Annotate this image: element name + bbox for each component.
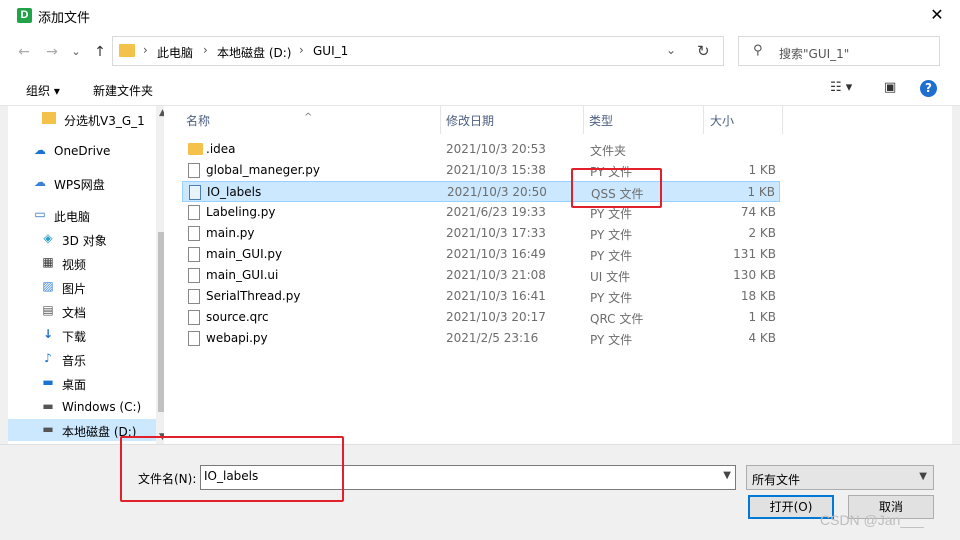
forward-arrow-icon[interactable]: → [42,42,62,62]
search-icon: ⚲ [753,43,763,58]
sidebar-item-music[interactable]: ♪ 音乐 [40,348,164,370]
cloud-icon: ☁ [34,143,46,157]
chevron-down-icon: ▼ [919,471,927,482]
sidebar-item-documents[interactable]: ▤ 文档 [40,300,164,322]
sidebar-item-folder[interactable]: 分选机V3_G_1 [42,108,164,130]
file-icon [188,205,200,220]
window-title: 添加文件 [38,11,91,26]
sidebar-item-wps[interactable]: ☁ WPS网盘 [32,172,164,194]
breadcrumb-separator: › [203,43,208,57]
navigation-pane: 分选机V3_G_1 ☁ OneDrive ☁ WPS网盘 ▭ 此电脑 ◈ 3D … [8,106,164,444]
folder-icon [42,112,56,124]
sidebar-item-pictures[interactable]: ▨ 图片 [40,276,164,298]
recent-locations-icon[interactable]: ⌄ [66,42,86,62]
command-bar: 组织 ▾ 新建文件夹 ☷ ▾ ▣ ? [0,72,960,106]
filename-combobox[interactable]: ▼ [200,465,736,490]
download-icon: ↓ [42,327,54,341]
address-bar[interactable]: › 此电脑 › 本地磁盘 (D:) › GUI_1 ⌄ ↻ [112,36,724,66]
folder-icon [188,143,203,155]
sidebar-item-drive-d[interactable]: ▬ 本地磁盘 (D:) [8,419,156,441]
drive-icon: ▬ [42,399,54,413]
folder-icon [119,44,135,57]
file-icon [188,310,200,325]
column-header-date[interactable]: 修改日期 [441,106,583,134]
computer-icon: ▭ [34,207,46,221]
help-icon[interactable]: ? [920,80,937,97]
document-icon: ▤ [42,303,54,317]
file-row[interactable]: source.qrc 2021/10/3 20:17 QRC 文件 1 KB [182,307,780,328]
file-icon [188,331,200,346]
address-dropdown-icon[interactable]: ⌄ [666,43,676,57]
cube-icon: ◈ [43,231,53,245]
new-folder-button[interactable]: 新建文件夹 [93,82,153,99]
drive-icon: ▬ [42,422,54,436]
back-arrow-icon[interactable]: ← [14,42,34,62]
file-row[interactable]: main_GUI.ui 2021/10/3 21:08 UI 文件 130 KB [182,265,780,286]
watermark: CSDN @Jan___ [820,512,924,528]
file-row[interactable]: main_GUI.py 2021/10/3 16:49 PY 文件 131 KB [182,244,780,265]
sidebar-item-onedrive[interactable]: ☁ OneDrive [32,140,164,162]
sidebar-item-this-pc[interactable]: ▭ 此电脑 [32,204,164,226]
title-bar: D 添加文件 ✕ [0,0,960,32]
file-row[interactable]: main.py 2021/10/3 17:33 PY 文件 2 KB [182,223,780,244]
chevron-down-icon[interactable]: ▼ [723,470,731,481]
sidebar-item-3d-objects[interactable]: ◈ 3D 对象 [40,228,164,250]
file-list: ^ 名称 修改日期 类型 大小 .idea 2021/10/3 20:53 文件… [164,106,952,444]
breadcrumb-drive-d[interactable]: 本地磁盘 (D:) [217,44,291,61]
sidebar-item-videos[interactable]: ▦ 视频 [40,252,164,274]
sidebar-item-drive-c[interactable]: ▬ Windows (C:) [40,396,164,418]
dialog-footer: 文件名(N): ▼ 所有文件 ▼ 打开(O) 取消 [0,444,960,540]
video-icon: ▦ [42,255,54,269]
filetype-select[interactable]: 所有文件 ▼ [746,465,934,490]
filetype-value: 所有文件 [752,473,801,487]
qss-file-icon [189,185,201,200]
sidebar-scrollbar[interactable]: ▲ ▼ [156,106,164,444]
search-input[interactable]: 搜索"GUI_1" [779,45,849,62]
column-divider[interactable] [782,106,783,134]
music-icon: ♪ [44,351,52,365]
refresh-icon[interactable]: ↻ [697,42,710,60]
sort-ascending-icon: ^ [304,112,313,123]
file-row-selected[interactable]: IO_labels 2021/10/3 20:50 QSS 文件 1 KB [182,181,780,202]
picture-icon: ▨ [42,279,54,293]
filename-input[interactable] [204,469,704,483]
navigation-bar: ← → ⌄ ↑ › 此电脑 › 本地磁盘 (D:) › GUI_1 ⌄ ↻ ⚲ … [0,32,960,72]
organize-button[interactable]: 组织 ▾ [26,82,60,99]
breadcrumb-this-pc[interactable]: 此电脑 [157,44,193,61]
sidebar-item-desktop[interactable]: ▬ 桌面 [40,372,164,394]
file-icon [188,289,200,304]
breadcrumb-gui1[interactable]: GUI_1 [313,44,348,58]
view-options-icon[interactable]: ☷ ▾ [830,80,852,95]
file-row[interactable]: .idea 2021/10/3 20:53 文件夹 [182,139,780,160]
file-icon [188,163,200,178]
file-row[interactable]: SerialThread.py 2021/10/3 16:41 PY 文件 18… [182,286,780,307]
window-edge [952,106,960,444]
file-icon [188,247,200,262]
file-row[interactable]: Labeling.py 2021/6/23 19:33 PY 文件 74 KB [182,202,780,223]
sidebar-item-downloads[interactable]: ↓ 下载 [40,324,164,346]
file-icon [188,268,200,283]
app-icon: D [17,8,32,23]
file-row[interactable]: webapi.py 2021/2/5 23:16 PY 文件 4 KB [182,328,780,349]
close-button[interactable]: ✕ [914,0,960,32]
breadcrumb-separator: › [143,43,148,57]
column-header-name[interactable]: ^ 名称 [164,106,440,134]
file-row[interactable]: global_maneger.py 2021/10/3 15:38 PY 文件 … [182,160,780,181]
preview-pane-icon[interactable]: ▣ [884,80,896,95]
cloud-icon: ☁ [34,175,46,189]
up-arrow-icon[interactable]: ↑ [90,42,110,62]
filename-label: 文件名(N): [138,472,197,486]
file-icon [188,226,200,241]
breadcrumb-separator: › [299,43,304,57]
column-header-type[interactable]: 类型 [584,106,704,134]
column-header-size[interactable]: 大小 [704,106,782,134]
search-box[interactable]: ⚲ 搜索"GUI_1" [738,36,940,66]
desktop-icon: ▬ [42,375,54,389]
